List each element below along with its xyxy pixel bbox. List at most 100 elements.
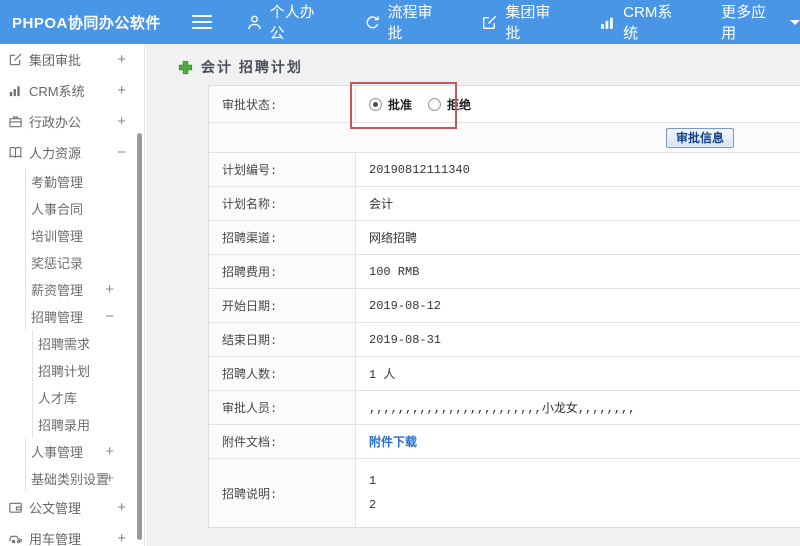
field-label: 开始日期: xyxy=(209,289,356,322)
sidebar-item-label: 人事合同 xyxy=(31,202,84,217)
radio-approve-icon[interactable] xyxy=(369,97,382,111)
sidebar-item-recruit-mgmt[interactable]: 招聘管理 − xyxy=(25,303,144,330)
table-row-plan-number: 计划编号: 20190812111340 xyxy=(209,153,800,187)
nav-workflow-approval[interactable]: 流程审批 xyxy=(364,1,448,43)
attachment-download-link[interactable]: 附件下载 xyxy=(369,433,417,450)
approval-radio-group: 批准 拒绝 xyxy=(369,96,471,113)
sidebar-item-rewards[interactable]: 奖惩记录 xyxy=(25,249,144,276)
sidebar-item-label: 人才库 xyxy=(38,391,78,406)
book-icon xyxy=(8,145,23,160)
description-line: 2 xyxy=(369,498,377,512)
table-row-start-date: 开始日期: 2019-08-12 xyxy=(209,289,800,323)
collapse-toggle[interactable]: − xyxy=(117,144,126,161)
sidebar-item-label: 薪资管理 xyxy=(31,283,84,298)
sidebar-item-label: 招聘管理 xyxy=(31,310,84,325)
top-nav: 个人办公 流程审批 集团审批 CRM系统 更多应用 xyxy=(246,1,800,43)
sidebar-scrollbar[interactable] xyxy=(137,133,142,540)
sidebar-item-label: 用车管理 xyxy=(29,532,82,546)
sidebar-item-label: 培训管理 xyxy=(31,229,84,244)
field-value: ,,,,,,,,,,,,,,,,,,,,,,,,小龙女,,,,,,,, xyxy=(369,402,636,416)
sidebar-item-hr[interactable]: 人力资源 − xyxy=(0,137,144,168)
table-row-recruit-cost: 招聘费用: 100 RMB xyxy=(209,255,800,289)
field-label: 计划编号: xyxy=(209,153,356,186)
nav-label: 集团审批 xyxy=(505,4,551,42)
field-value: 网络招聘 xyxy=(369,232,418,246)
radio-reject-icon[interactable] xyxy=(428,97,442,111)
nav-label: 更多应用 xyxy=(721,4,767,42)
field-label: 审批人员: xyxy=(209,391,356,424)
approval-info-button[interactable]: 审批信息 xyxy=(665,127,734,148)
sidebar-item-hr-contract[interactable]: 人事合同 xyxy=(25,195,144,222)
description-line: 1 xyxy=(369,474,377,488)
radio-option-approve[interactable]: 批准 xyxy=(369,96,412,113)
sidebar-item-admin-office[interactable]: 行政办公 + xyxy=(0,106,144,137)
table-row-approval-status: 审批状态: 批准 拒绝 xyxy=(209,86,800,123)
sidebar-item-group-approval[interactable]: 集团审批 + xyxy=(0,44,144,75)
sidebar-item-talent-pool[interactable]: 人才库 xyxy=(32,384,144,411)
sidebar-item-label: 考勤管理 xyxy=(31,175,84,190)
sidebar-item-recruit-demand[interactable]: 招聘需求 xyxy=(32,330,144,357)
sidebar-item-label: CRM系统 xyxy=(29,84,85,99)
field-value: 1 人 xyxy=(369,368,396,382)
sidebar-item-base-category[interactable]: 基础类别设置 + xyxy=(25,465,144,492)
sidebar-item-vehicle[interactable]: 用车管理 + xyxy=(0,523,144,546)
expand-toggle[interactable]: + xyxy=(117,82,126,99)
car-icon xyxy=(8,531,23,546)
menu-toggle-icon[interactable] xyxy=(191,15,212,29)
radio-option-reject[interactable]: 拒绝 xyxy=(428,96,471,113)
caret-down-icon xyxy=(789,19,800,25)
expand-toggle[interactable]: + xyxy=(117,113,126,130)
nav-personal-office[interactable]: 个人办公 xyxy=(246,1,330,43)
table-row-plan-name: 计划名称: 会计 xyxy=(209,187,800,221)
sidebar-item-personnel[interactable]: 人事管理 + xyxy=(25,438,144,465)
nav-crm-system[interactable]: CRM系统 xyxy=(599,1,687,43)
field-label: 结束日期: xyxy=(209,323,356,356)
sidebar-item-recruit-plan[interactable]: 招聘计划 xyxy=(32,357,144,384)
field-label: 审批状态: xyxy=(209,86,356,122)
chart-icon xyxy=(8,83,23,98)
page-title-row: 会计 招聘计划 xyxy=(146,44,800,85)
field-label: 附件文档: xyxy=(209,425,356,458)
table-row-end-date: 结束日期: 2019-08-31 xyxy=(209,323,800,357)
sidebar-item-training[interactable]: 培训管理 xyxy=(25,222,144,249)
chart-icon xyxy=(599,14,616,31)
expand-toggle[interactable]: + xyxy=(105,443,114,460)
nav-label: CRM系统 xyxy=(623,4,673,42)
document-icon xyxy=(8,500,23,515)
sidebar-item-crm[interactable]: CRM系统 + xyxy=(0,75,144,106)
recruit-plan-detail-table: 审批状态: 批准 拒绝 审批信息 计划编号: 20190812111340 计划… xyxy=(208,85,800,528)
edit-icon xyxy=(8,52,23,67)
field-value: 2019-08-31 xyxy=(369,332,442,347)
field-label: 招聘人数: xyxy=(209,357,356,390)
briefcase-icon xyxy=(8,114,23,129)
table-row-approval-info: 审批信息 xyxy=(209,123,800,153)
table-row-attachment: 附件文档: 附件下载 xyxy=(209,425,800,459)
expand-toggle[interactable]: + xyxy=(117,51,126,68)
page-title: 会计 招聘计划 xyxy=(201,59,303,75)
expand-toggle[interactable]: + xyxy=(105,470,114,487)
sidebar-item-attendance[interactable]: 考勤管理 xyxy=(25,168,144,195)
field-value: 100 RMB xyxy=(369,264,420,279)
expand-toggle[interactable]: + xyxy=(117,530,126,546)
table-row-recruit-channel: 招聘渠道: 网络招聘 xyxy=(209,221,800,255)
nav-label: 个人办公 xyxy=(269,4,315,42)
field-value: 20190812111340 xyxy=(369,162,470,177)
expand-toggle[interactable]: + xyxy=(105,281,114,298)
table-row-headcount: 招聘人数: 1 人 xyxy=(209,357,800,391)
sidebar-item-document[interactable]: 公文管理 + xyxy=(0,492,144,523)
nav-more-apps[interactable]: 更多应用 xyxy=(721,1,800,43)
table-row-description: 招聘说明: 1 2 xyxy=(209,459,800,527)
sidebar-item-label: 基础类别设置 xyxy=(31,472,110,487)
sidebar-item-salary[interactable]: 薪资管理 + xyxy=(25,276,144,303)
radio-label: 批准 xyxy=(388,98,413,113)
table-row-approvers: 审批人员: ,,,,,,,,,,,,,,,,,,,,,,,,小龙女,,,,,,,… xyxy=(209,391,800,425)
nav-group-approval[interactable]: 集团审批 xyxy=(481,1,565,43)
radio-label: 拒绝 xyxy=(447,98,472,113)
field-label: 计划名称: xyxy=(209,187,356,220)
sidebar-item-recruit-hire[interactable]: 招聘录用 xyxy=(32,411,144,438)
collapse-toggle[interactable]: − xyxy=(105,308,114,325)
app-logo: PHPOA协同办公软件 xyxy=(12,14,161,32)
expand-toggle[interactable]: + xyxy=(117,499,126,516)
sidebar-item-label: 集团审批 xyxy=(29,53,82,68)
cycle-icon xyxy=(364,14,381,31)
